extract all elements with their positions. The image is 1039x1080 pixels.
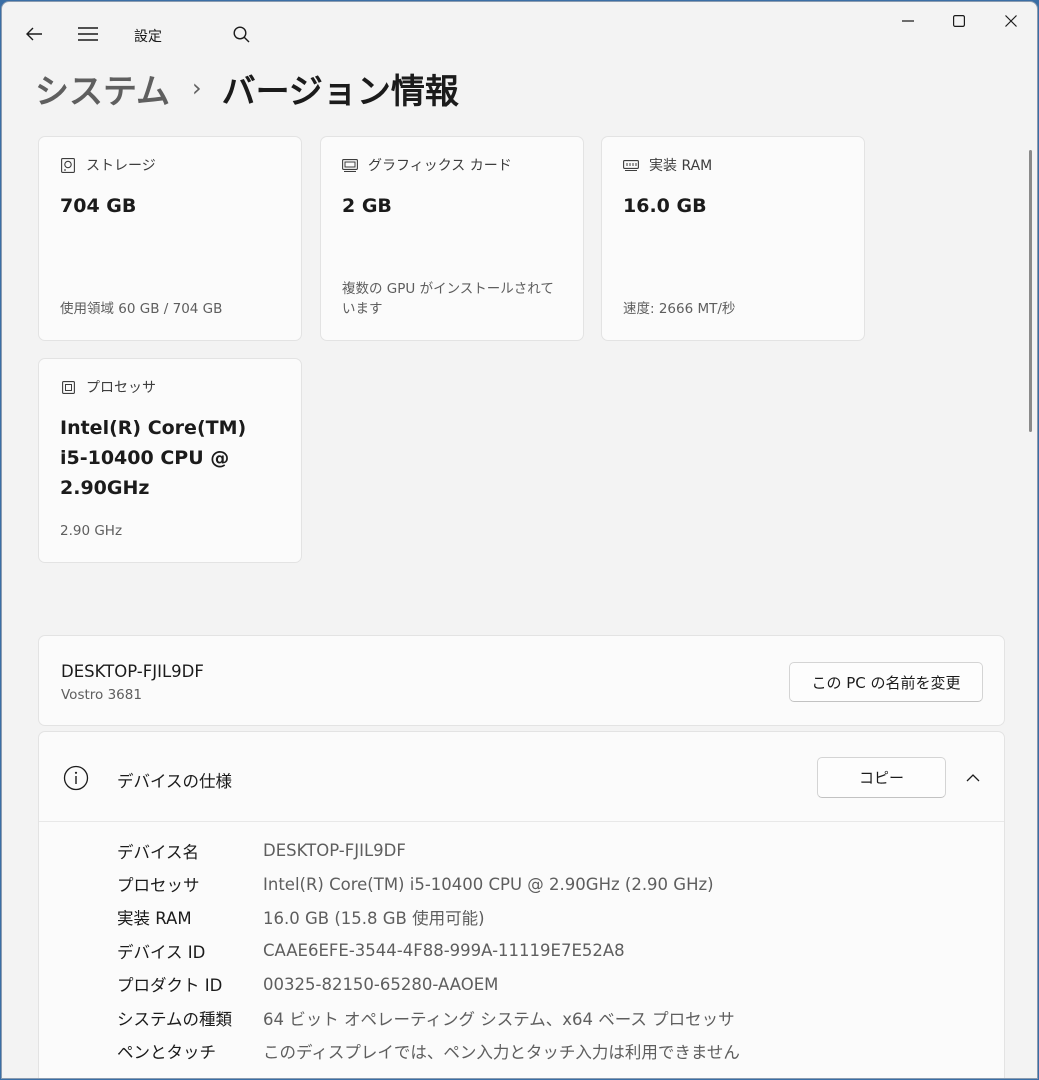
- search-icon: [232, 25, 249, 42]
- spec-key: デバイス名: [117, 842, 200, 862]
- ram-speed: 速度: 2666 MT/秒: [623, 301, 736, 317]
- storage-card-header: ストレージ: [60, 155, 156, 175]
- processor-icon: [60, 379, 76, 395]
- spec-row-pen-touch: ペンとタッチ このディスプレイでは、ペン入力とタッチ入力は利用できません: [117, 1034, 740, 1067]
- device-specifications-title: デバイスの仕様: [117, 772, 233, 791]
- info-icon: [63, 765, 89, 791]
- graphics-card[interactable]: グラフィックス カード 2 GB 複数の GPU がインストールされています: [320, 136, 584, 341]
- graphics-card-header: グラフィックス カード: [342, 155, 512, 175]
- spec-key: システムの種類: [117, 1009, 233, 1029]
- spec-row-system-type: システムの種類 64 ビット オペレーティング システム、x64 ベース プロセ…: [117, 1001, 740, 1034]
- ram-value: 16.0 GB: [623, 195, 707, 217]
- search-button[interactable]: [224, 18, 258, 50]
- spec-value: このディスプレイでは、ペン入力とタッチ入力は利用できません: [263, 1043, 740, 1063]
- spec-value: 64 ビット オペレーティング システム、x64 ベース プロセッサ: [263, 1009, 735, 1029]
- processor-label: プロセッサ: [86, 380, 156, 396]
- collapse-button[interactable]: [959, 764, 987, 792]
- ram-card-header: 実装 RAM: [623, 155, 712, 175]
- spec-value: Intel(R) Core(TM) i5-10400 CPU @ 2.90GHz…: [263, 874, 714, 894]
- ram-label: 実装 RAM: [649, 158, 713, 174]
- pc-model: Vostro 3681: [61, 687, 142, 703]
- back-arrow-icon: [26, 27, 42, 41]
- graphics-card-icon: [342, 157, 358, 173]
- navigation-menu-button[interactable]: [70, 18, 106, 50]
- memory-icon: [623, 157, 639, 173]
- graphics-label: グラフィックス カード: [368, 158, 512, 174]
- graphics-note: 複数の GPU がインストールされています: [342, 281, 554, 317]
- spec-key: プロダクト ID: [117, 976, 223, 996]
- maximize-button[interactable]: [933, 2, 985, 40]
- spec-row-product-id: プロダクト ID 00325-82150-65280-AAOEM: [117, 968, 740, 1001]
- hard-drive-icon: [60, 157, 76, 173]
- spec-key: プロセッサ: [117, 876, 200, 896]
- breadcrumb-parent-system[interactable]: システム: [35, 64, 170, 113]
- close-icon: [1005, 15, 1017, 27]
- pc-name: DESKTOP-FJIL9DF: [61, 662, 204, 681]
- breadcrumb-separator: ›: [191, 74, 202, 102]
- spec-key: 実装 RAM: [117, 909, 192, 929]
- processor-card-header: プロセッサ: [60, 377, 156, 397]
- spec-row-processor: プロセッサ Intel(R) Core(TM) i5-10400 CPU @ 2…: [117, 867, 740, 900]
- spec-value: CAAE6EFE-3544-4F88-999A-11119E7E52A8: [263, 941, 625, 961]
- spec-key: デバイス ID: [117, 942, 206, 962]
- spec-key: ペンとタッチ: [117, 1043, 216, 1063]
- maximize-icon: [953, 15, 965, 27]
- device-specifications-header[interactable]: デバイスの仕様 コピー: [39, 732, 1004, 822]
- specifications-list: デバイス名 DESKTOP-FJIL9DF プロセッサ Intel(R) Cor…: [117, 834, 740, 1068]
- breadcrumb: システム › バージョン情報: [35, 64, 459, 112]
- storage-label: ストレージ: [86, 158, 156, 174]
- graphics-value: 2 GB: [342, 195, 392, 217]
- processor-value: Intel(R) Core(TM) i5-10400 CPU @ 2.90GHz: [60, 417, 247, 499]
- pc-name-section: DESKTOP-FJIL9DF Vostro 3681 この PC の名前を変更: [38, 635, 1005, 726]
- spec-row-ram: 実装 RAM 16.0 GB (15.8 GB 使用可能): [117, 901, 740, 934]
- processor-speed: 2.90 GHz: [60, 523, 123, 539]
- spec-row-device-name: デバイス名 DESKTOP-FJIL9DF: [117, 834, 740, 867]
- chevron-up-icon: [966, 774, 980, 782]
- spec-value: 16.0 GB (15.8 GB 使用可能): [263, 909, 485, 929]
- device-specifications-section: デバイスの仕様 コピー デバイス名 DESKTOP-FJIL9DF プロセッサ …: [38, 731, 1005, 1078]
- settings-window: 設定 システム › バージョン情報 ストレージ 704 GB 使用領域 60 G…: [1, 1, 1038, 1079]
- storage-card[interactable]: ストレージ 704 GB 使用領域 60 GB / 704 GB: [38, 136, 302, 341]
- storage-usage: 使用領域 60 GB / 704 GB: [60, 301, 223, 317]
- spec-value: DESKTOP-FJIL9DF: [263, 841, 406, 861]
- scrollbar-thumb[interactable]: [1029, 150, 1032, 432]
- page-title: バージョン情報: [221, 71, 459, 112]
- minimize-icon: [902, 20, 914, 22]
- back-button[interactable]: [16, 18, 52, 50]
- spec-row-device-id: デバイス ID CAAE6EFE-3544-4F88-999A-11119E7E…: [117, 934, 740, 967]
- rename-pc-button[interactable]: この PC の名前を変更: [789, 662, 983, 702]
- title-bar: 設定: [2, 2, 1037, 64]
- hamburger-menu-icon: [78, 27, 98, 41]
- storage-value: 704 GB: [60, 195, 137, 217]
- spec-value: 00325-82150-65280-AAOEM: [263, 974, 499, 994]
- processor-card[interactable]: プロセッサ Intel(R) Core(TM) i5-10400 CPU @ 2…: [38, 358, 302, 563]
- minimize-button[interactable]: [882, 2, 934, 40]
- copy-button[interactable]: コピー: [817, 757, 946, 798]
- ram-card[interactable]: 実装 RAM 16.0 GB 速度: 2666 MT/秒: [601, 136, 865, 341]
- app-title: 設定: [134, 29, 162, 45]
- close-button[interactable]: [985, 2, 1037, 40]
